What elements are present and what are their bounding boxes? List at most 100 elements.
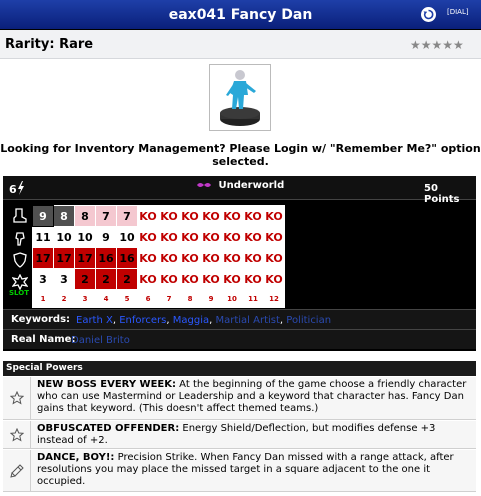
dial-cell: KO — [221, 247, 243, 269]
power-row: NEW BOSS EVERY WEEK: At the beginning of… — [3, 377, 476, 420]
star-outline-icon — [3, 421, 31, 448]
team-underworld-icon — [197, 180, 214, 191]
real-name-label: Real Name: — [11, 334, 76, 345]
power-name: DANCE, BOY!: — [37, 452, 115, 463]
defense-row: 17 17 17 16 16 KO KO KO KO KO KO KO — [32, 247, 285, 269]
rarity-label: Rarity: Rare — [5, 37, 94, 52]
dial-cell: KO — [137, 247, 159, 269]
dial-cell: 8 — [74, 205, 96, 227]
dial-cell: 9 — [32, 205, 54, 227]
dial-cell: KO — [200, 226, 222, 248]
dial-cell: KO — [137, 226, 159, 248]
stat-icons — [9, 205, 31, 293]
keywords-label: Keywords: — [11, 314, 71, 325]
dial-cell: 7 — [95, 205, 117, 227]
real-name-bar: Real Name: Daniel Brito — [3, 329, 476, 349]
dial-cell: KO — [179, 247, 201, 269]
dial-cell: KO — [200, 205, 222, 227]
point-cost: 50 Points — [424, 183, 460, 205]
dial-cell: KO — [200, 247, 222, 269]
rarity-bar: Rarity: Rare ★★★★★ — [0, 30, 481, 59]
power-name: OBFUSCATED OFFENDER: — [37, 423, 180, 434]
slot-number: 12 — [263, 289, 285, 308]
page-title: eax041 Fancy Dan — [168, 7, 313, 23]
dial-cell: KO — [158, 226, 180, 248]
dial-cell: 16 — [116, 247, 138, 269]
slot-label: SLOT — [9, 289, 29, 297]
dial-cell: 17 — [53, 247, 75, 269]
dial-cell: KO — [137, 268, 159, 290]
back-icon[interactable] — [421, 7, 436, 22]
attack-fist-icon — [9, 227, 31, 249]
dial-cell: 2 — [74, 268, 96, 290]
slot-number: 2 — [53, 289, 75, 308]
keyword-link[interactable]: Enforcers — [119, 315, 166, 326]
dial-cell: KO — [158, 268, 180, 290]
real-name-value: Daniel Brito — [71, 335, 130, 346]
dial-cell: 16 — [95, 247, 117, 269]
defense-shield-icon — [9, 249, 31, 271]
slot-row: 1 2 3 4 5 6 7 8 9 10 11 12 — [32, 289, 285, 308]
dial-cell: KO — [221, 226, 243, 248]
slot-number: 5 — [116, 289, 138, 308]
team-label: Underworld — [197, 180, 284, 191]
keyword-link[interactable]: Politician — [286, 315, 331, 326]
power-text: DANCE, BOY!: Precision Strike. When Fanc… — [37, 452, 469, 488]
notice-line-1: Looking for Inventory Management? Please… — [0, 142, 481, 155]
dial-cell: KO — [158, 205, 180, 227]
dial-cell: 9 — [95, 226, 117, 248]
slot-number: 7 — [158, 289, 180, 308]
dial-cell: KO — [200, 268, 222, 290]
keywords-bar: Keywords: Earth X, Enforcers, Maggia, Ma… — [3, 309, 476, 329]
dial-cell: KO — [179, 205, 201, 227]
dial-cell: 10 — [116, 226, 138, 248]
dial-cell: KO — [242, 226, 264, 248]
slot-number: 10 — [221, 289, 243, 308]
dial-cell: KO — [242, 247, 264, 269]
star-outline-icon — [3, 377, 31, 419]
dial-cell: KO — [179, 268, 201, 290]
dial-cell: KO — [221, 205, 243, 227]
keyword-link[interactable]: Earth X — [76, 315, 113, 326]
power-row: DANCE, BOY!: Precision Strike. When Fanc… — [3, 450, 476, 492]
dial-header: 6 Underworld 50 Points — [3, 176, 476, 205]
dial-cell: 10 — [53, 226, 75, 248]
dial-link[interactable]: [DIAL] — [447, 8, 469, 16]
lightning-icon — [17, 181, 25, 198]
dial-cell: 2 — [116, 268, 138, 290]
dial-cell: KO — [137, 205, 159, 227]
damage-row: 3 3 2 2 2 KO KO KO KO KO KO KO — [32, 268, 285, 290]
rating-stars[interactable]: ★★★★★ — [410, 38, 464, 52]
notice-line-2: selected. — [212, 155, 269, 168]
special-powers-heading: Special Powers — [3, 361, 476, 376]
slot-number: 1 — [32, 289, 54, 308]
dial-cell: KO — [263, 205, 285, 227]
dial-cell: 2 — [95, 268, 117, 290]
power-text: OBFUSCATED OFFENDER: Energy Shield/Defle… — [37, 423, 469, 447]
keywords-list: Earth X, Enforcers, Maggia, Martial Arti… — [76, 315, 331, 326]
slot-number: 8 — [179, 289, 201, 308]
power-row: OBFUSCATED OFFENDER: Energy Shield/Defle… — [3, 421, 476, 449]
dial-cell: KO — [179, 226, 201, 248]
dial-cell: 11 — [32, 226, 54, 248]
dial-cell: 10 — [74, 226, 96, 248]
login-notice: Looking for Inventory Management? Please… — [0, 142, 481, 168]
dial-cell: 8 — [53, 205, 75, 227]
figure-image — [209, 64, 271, 131]
dial-cell: 3 — [53, 268, 75, 290]
dial-cell: KO — [263, 268, 285, 290]
syringe-icon — [3, 450, 31, 491]
attack-row: 11 10 10 9 10 KO KO KO KO KO KO KO — [32, 226, 285, 248]
speed-boot-icon — [9, 205, 31, 227]
team-name: Underworld — [218, 180, 285, 191]
dial-cell: 7 — [116, 205, 138, 227]
slot-number: 6 — [137, 289, 159, 308]
dial-cell: 3 — [32, 268, 54, 290]
slot-number: 4 — [95, 289, 117, 308]
title-bar: eax041 Fancy Dan [DIAL] — [0, 0, 481, 30]
keyword-link[interactable]: Maggia — [173, 315, 209, 326]
dial-cell: KO — [242, 268, 264, 290]
keyword-link[interactable]: Martial Artist — [215, 315, 279, 326]
speed-value: 6 — [9, 183, 17, 196]
dial-cell: 17 — [32, 247, 54, 269]
